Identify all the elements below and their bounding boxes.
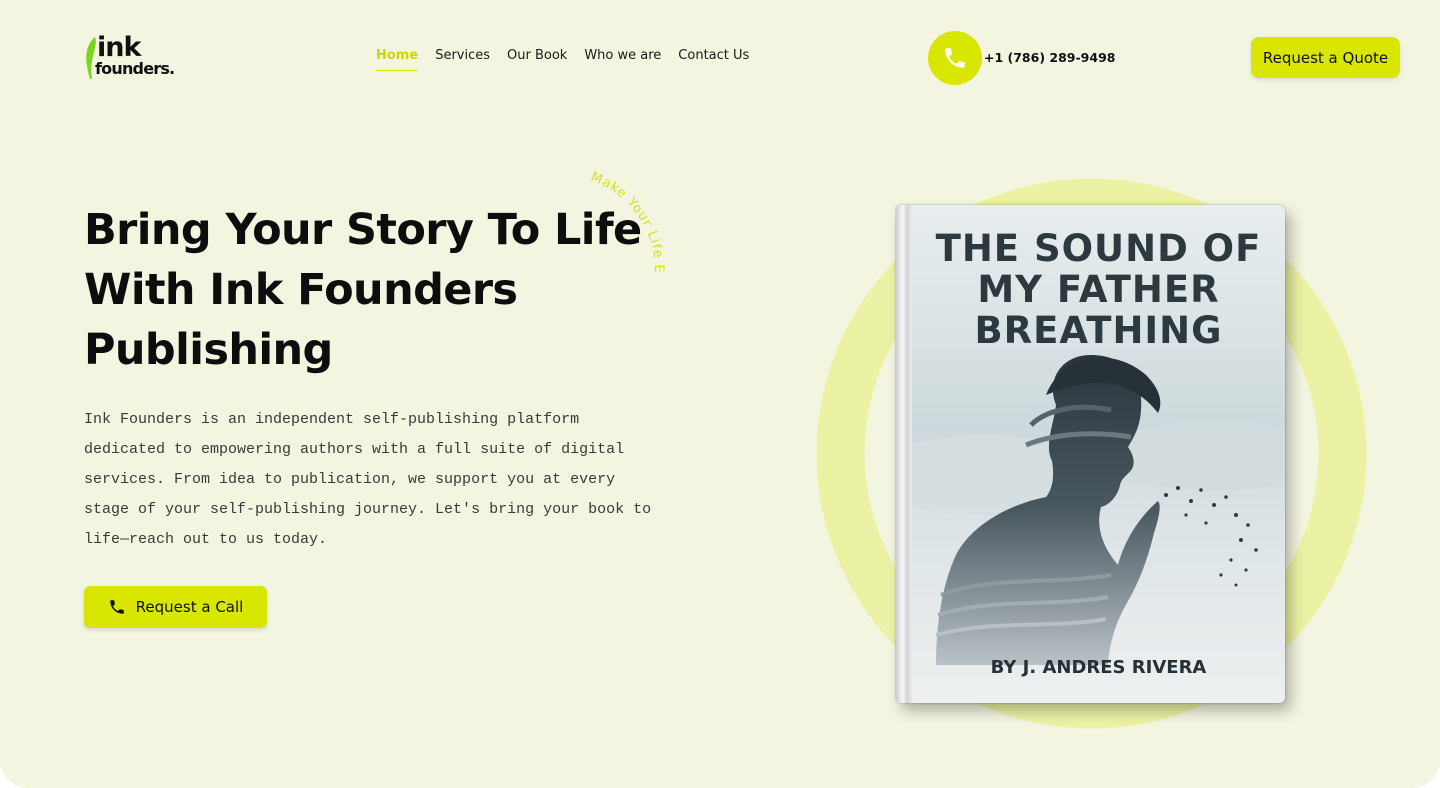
logo[interactable]: ink founders. (84, 32, 194, 82)
nav-services[interactable]: Services (435, 48, 490, 71)
nav-our-book[interactable]: Our Book (507, 48, 567, 71)
phone-icon (109, 600, 124, 614)
hero-description: Ink Founders is an independent self-publ… (84, 411, 652, 548)
main-nav: Home Services Our Book Who we are Contac… (376, 48, 749, 71)
book-spine (896, 205, 912, 703)
curved-tagline-text: Make Your Life Easy (570, 160, 665, 274)
request-call-label: Request a Call (135, 598, 244, 616)
book-title: THE SOUND OF MY FATHER BREATHING (935, 227, 1262, 352)
phone-icon (945, 48, 965, 68)
phone-button[interactable] (928, 31, 982, 85)
curved-tagline: Make Your Life Easy (570, 160, 666, 274)
nav-contact-us[interactable]: Contact Us (678, 48, 749, 71)
nav-who-we-are[interactable]: Who we are (584, 48, 661, 71)
book-author: BY J. ANDRES RIVERA (990, 657, 1207, 678)
request-call-button[interactable]: Request a Call (84, 586, 267, 628)
logo-text-founders: founders. (95, 59, 175, 78)
page: ink founders. Home Services Our Book Who… (0, 0, 1440, 788)
svg-text:Make Your Life Easy: Make Your Life Easy (570, 160, 666, 274)
phone-number[interactable]: +1 (786) 289-9498 (984, 50, 1115, 65)
nav-home[interactable]: Home (376, 48, 419, 71)
request-quote-button[interactable]: Request a Quote (1251, 37, 1400, 78)
book-cover[interactable]: THE SOUND OF MY FATHER BREATHING BY J. A… (896, 205, 1285, 703)
